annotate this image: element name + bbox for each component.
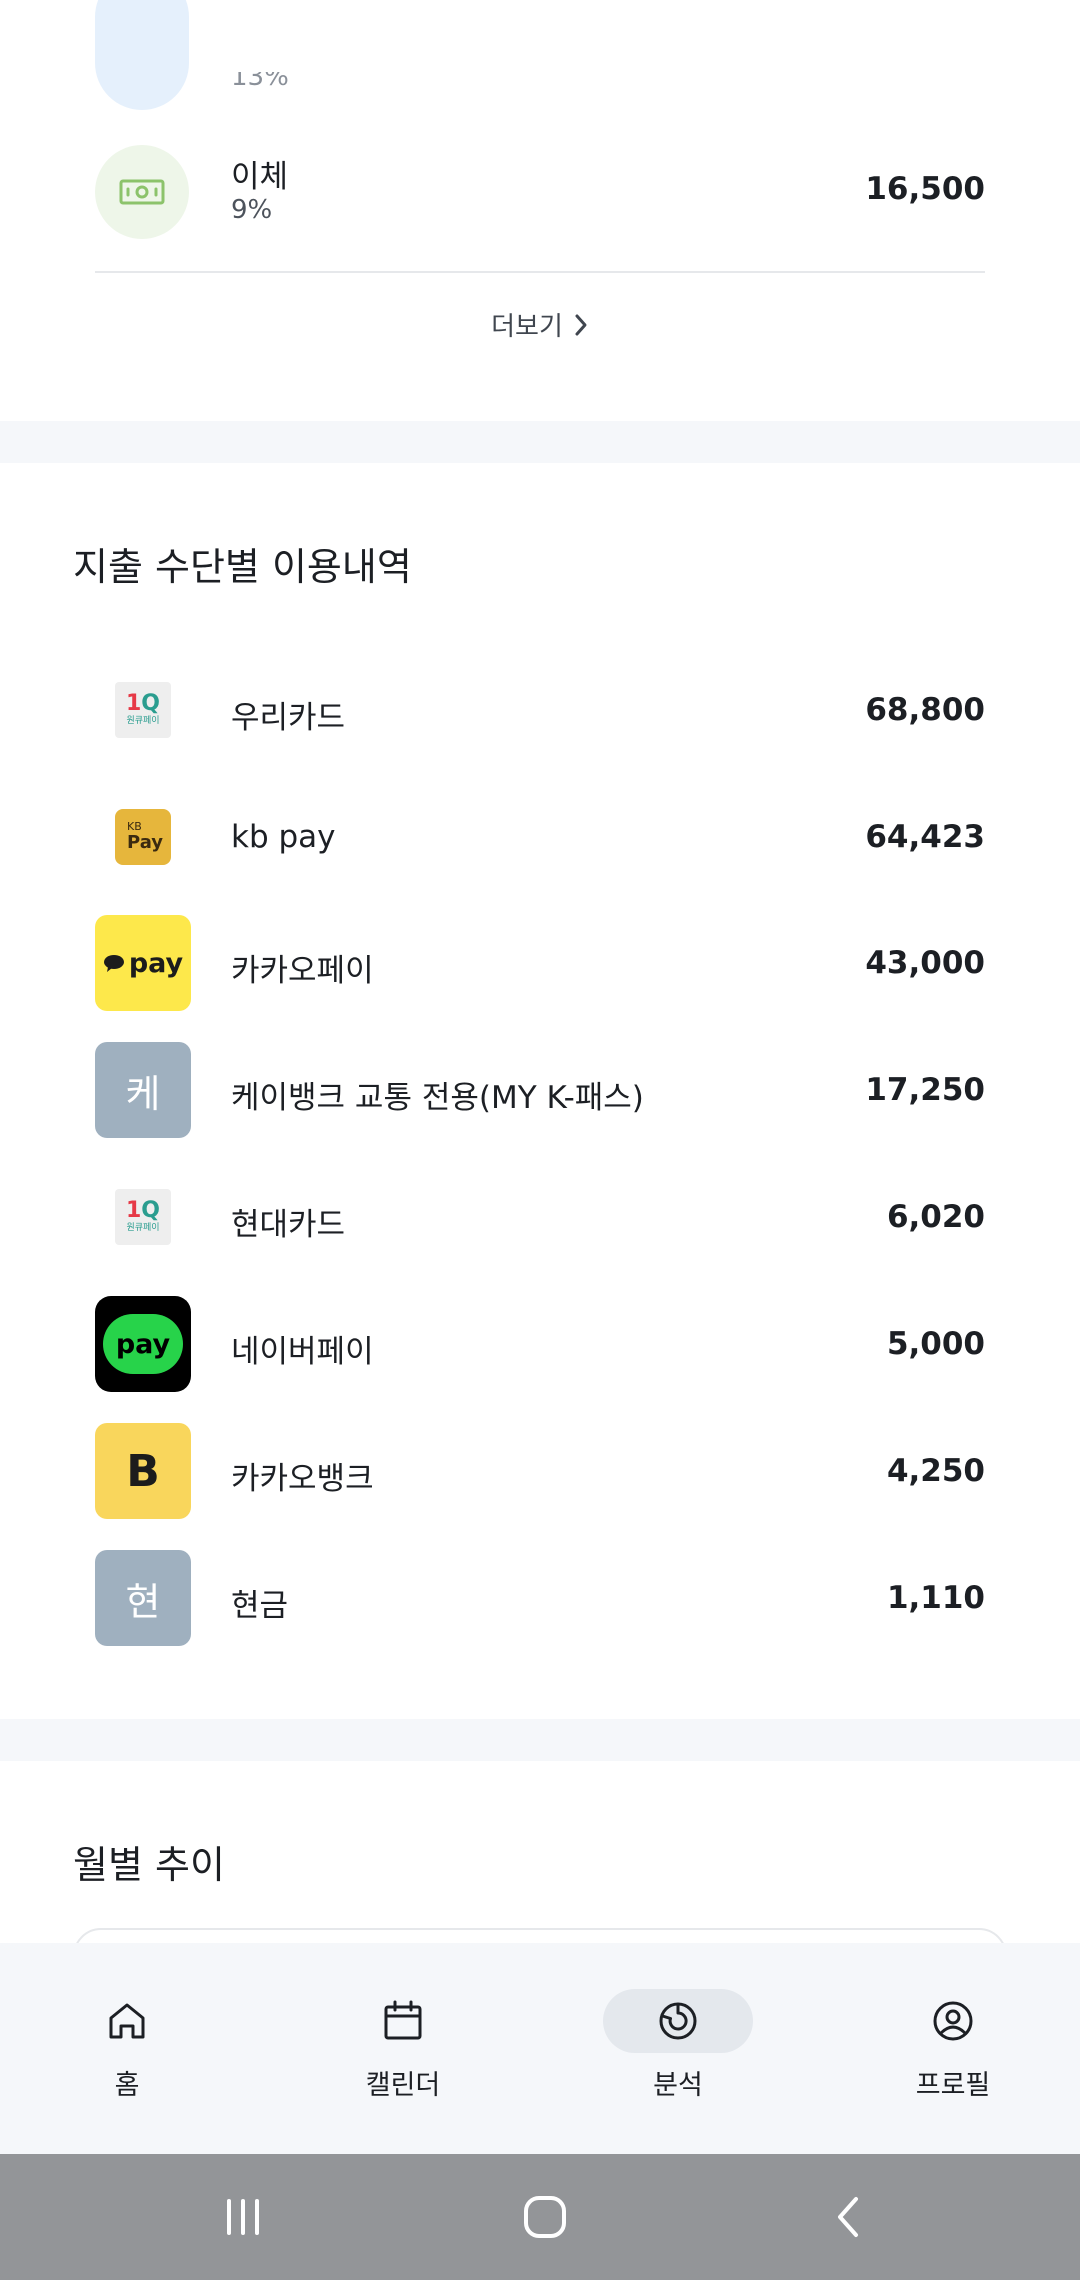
payment-amount: 4,250 [886, 1453, 985, 1489]
nav-profile[interactable]: 프로필 [853, 1943, 1053, 2154]
payment-name: 우리카드 [231, 700, 346, 736]
payment-amount: 5,000 [886, 1326, 985, 1362]
nav-calendar[interactable]: 캘린더 [303, 1943, 503, 2154]
payment-section-title: 지출 수단별 이용내역 [73, 545, 412, 589]
category-pct-partial: 13% [231, 62, 289, 92]
initial-badge: 현 [95, 1550, 191, 1646]
nav-label: 캘린더 [365, 2070, 441, 2101]
monthly-section-title: 월별 추이 [73, 1843, 225, 1887]
recent-apps-button[interactable] [210, 2184, 276, 2250]
more-label: 더보기 [491, 312, 563, 342]
payment-row-woori[interactable]: 1Q 원큐페이 우리카드 68,800 [95, 662, 985, 758]
divider [95, 271, 985, 273]
payment-row-kakaobank[interactable]: B 카카오뱅크 4,250 [95, 1423, 985, 1519]
payment-row-kbpay[interactable]: KB Pay kb pay 64,423 [95, 789, 985, 885]
chart-icon [659, 2002, 697, 2040]
hyundai-card-logo: 1Q 원큐페이 [95, 1169, 191, 1265]
payment-amount: 6,020 [886, 1199, 985, 1235]
category-pct: 9% [231, 195, 273, 225]
calendar-icon [384, 2000, 422, 2040]
kb-pay-logo: KB Pay [95, 789, 191, 885]
payment-name: kb pay [231, 819, 336, 855]
payment-name: 케이뱅크 교통 전용(MY K-패스) [231, 1080, 644, 1116]
initial-badge-text: 케 [125, 1071, 161, 1116]
home-icon [109, 2003, 145, 2039]
payment-row-kakaopay[interactable]: pay 카카오페이 43,000 [95, 915, 985, 1011]
banknote-icon [95, 145, 189, 239]
kb-logo-pay: Pay [127, 832, 164, 853]
payment-amount: 68,800 [865, 692, 985, 728]
more-button[interactable]: 더보기 [0, 306, 1080, 343]
payment-amount: 64,423 [865, 819, 985, 855]
initial-badge-text: 현 [125, 1579, 161, 1624]
initial-badge: 케 [95, 1042, 191, 1138]
kakao-bank-logo: B [95, 1423, 191, 1519]
payment-name: 카카오페이 [231, 953, 374, 989]
back-button[interactable] [815, 2184, 881, 2250]
kakao-pay-logo: pay [95, 915, 191, 1011]
payment-name: 현금 [231, 1588, 289, 1624]
back-arrow-icon [838, 2197, 858, 2237]
bottom-navigation: 홈 캘린더 분석 프로필 [0, 1943, 1080, 2154]
recent-apps-icon [227, 2199, 259, 2235]
payment-amount: 17,250 [865, 1072, 985, 1108]
section-separator [0, 421, 1080, 463]
home-system-button[interactable] [512, 2184, 578, 2250]
profile-icon [933, 2001, 973, 2041]
chevron-right-icon [575, 314, 587, 335]
payment-row-naverpay[interactable]: pay 네이버페이 5,000 [95, 1296, 985, 1392]
payment-name: 현대카드 [231, 1207, 346, 1243]
category-icon-partial [95, 0, 189, 110]
monthly-chart-card [73, 1928, 1007, 1943]
nav-home[interactable]: 홈 [27, 1943, 227, 2154]
nav-label: 프로필 [915, 2070, 991, 2101]
nav-label: 분석 [653, 2070, 703, 2101]
kakao-bank-logo-text: B [126, 1445, 160, 1497]
woori-card-logo: 1Q 원큐페이 [95, 662, 191, 758]
payment-amount: 43,000 [865, 945, 985, 981]
payment-amount: 1,110 [886, 1580, 985, 1616]
naver-pay-logo-text: pay [115, 1328, 171, 1360]
payment-name: 네이버페이 [231, 1334, 374, 1370]
nav-analysis[interactable]: 분석 [578, 1943, 778, 2154]
category-row-transfer[interactable]: 이체 9% 16,500 [95, 145, 985, 239]
category-name: 이체 [231, 159, 289, 195]
system-navigation-bar [0, 2154, 1080, 2280]
payment-row-hyundai[interactable]: 1Q 원큐페이 현대카드 6,020 [95, 1169, 985, 1265]
kakao-pay-logo-text: pay [128, 947, 184, 979]
home-circle-icon [524, 2196, 566, 2238]
section-separator [0, 1719, 1080, 1761]
scroll-content[interactable]: 13% 이체 9% 16,500 더보기 지출 수단별 이용내역 1Q 원큐페이 [0, 0, 1080, 1943]
naver-pay-logo: pay [95, 1296, 191, 1392]
category-amount: 16,500 [865, 171, 985, 207]
payment-row-cash[interactable]: 현 현금 1,110 [95, 1550, 985, 1646]
payment-row-kbank[interactable]: 케 케이뱅크 교통 전용(MY K-패스) 17,250 [95, 1042, 985, 1138]
nav-label: 홈 [114, 2070, 140, 2101]
payment-name: 카카오뱅크 [231, 1461, 374, 1497]
